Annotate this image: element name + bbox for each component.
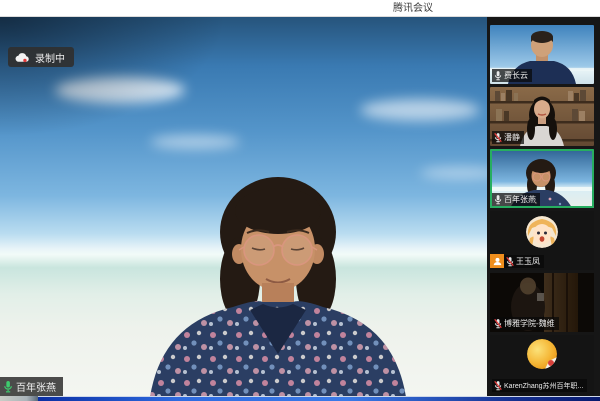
participant-name-label: 费长云: [492, 69, 532, 82]
app-title: 腾讯会议: [393, 2, 433, 15]
member-badge-icon: [490, 254, 504, 268]
mic-muted-icon: [494, 380, 502, 391]
mic-muted-icon: [506, 256, 514, 267]
participant-name-label: 百年张燕: [492, 193, 540, 206]
main-speaker-name-label: 百年张燕: [0, 377, 63, 396]
participant-tile-active-speaker[interactable]: 百年张燕: [490, 149, 594, 208]
recording-indicator: 录制中: [8, 47, 74, 67]
mic-icon: [3, 380, 13, 393]
recording-label: 录制中: [35, 50, 65, 65]
participant-name: 王玉凤: [516, 256, 540, 267]
participants-sidebar: 费长云: [487, 17, 600, 397]
participant-name-label: 博雅学院-魏维: [492, 317, 559, 330]
participant-tile[interactable]: KarenZhang苏州百年职...: [490, 335, 594, 401]
mic-muted-icon: [494, 318, 502, 329]
participant-name-label: KarenZhang苏州百年职...: [492, 379, 587, 392]
background-window-fragment: [0, 396, 38, 401]
participant-name: 百年张燕: [504, 194, 536, 205]
participant-name-label: 潘静: [492, 131, 524, 144]
participant-tile[interactable]: 潘静: [490, 87, 594, 146]
mic-muted-icon: [494, 132, 502, 143]
main-speaker-name: 百年张燕: [16, 379, 56, 394]
speaker-video-person: [0, 17, 487, 397]
participant-tile[interactable]: 费长云: [490, 25, 594, 84]
participant-label-row: 王玉凤: [490, 254, 544, 268]
mic-icon: [494, 70, 502, 81]
participant-name: 费长云: [504, 70, 528, 81]
participant-tile[interactable]: 王玉凤: [490, 211, 594, 270]
titlebar: 腾讯会议: [0, 0, 600, 17]
participant-avatar: [527, 339, 557, 369]
mic-icon: [494, 194, 502, 205]
record-dot-icon: [23, 58, 26, 61]
meeting-window: 腾讯会议: [0, 0, 600, 401]
cloud-recording-icon: [15, 52, 30, 63]
participant-name: 博雅学院-魏维: [504, 318, 555, 329]
participant-tile[interactable]: 博雅学院-魏维: [490, 273, 594, 332]
participant-avatar: [526, 216, 558, 248]
participant-name: KarenZhang苏州百年职...: [504, 381, 583, 391]
participant-name: 潘静: [504, 132, 520, 143]
background-window-blue-bar: [38, 396, 600, 401]
main-video-feed[interactable]: 录制中 百年张燕: [0, 17, 487, 397]
participant-name-label: 王玉凤: [504, 255, 544, 268]
background-window-edge: [0, 396, 600, 401]
